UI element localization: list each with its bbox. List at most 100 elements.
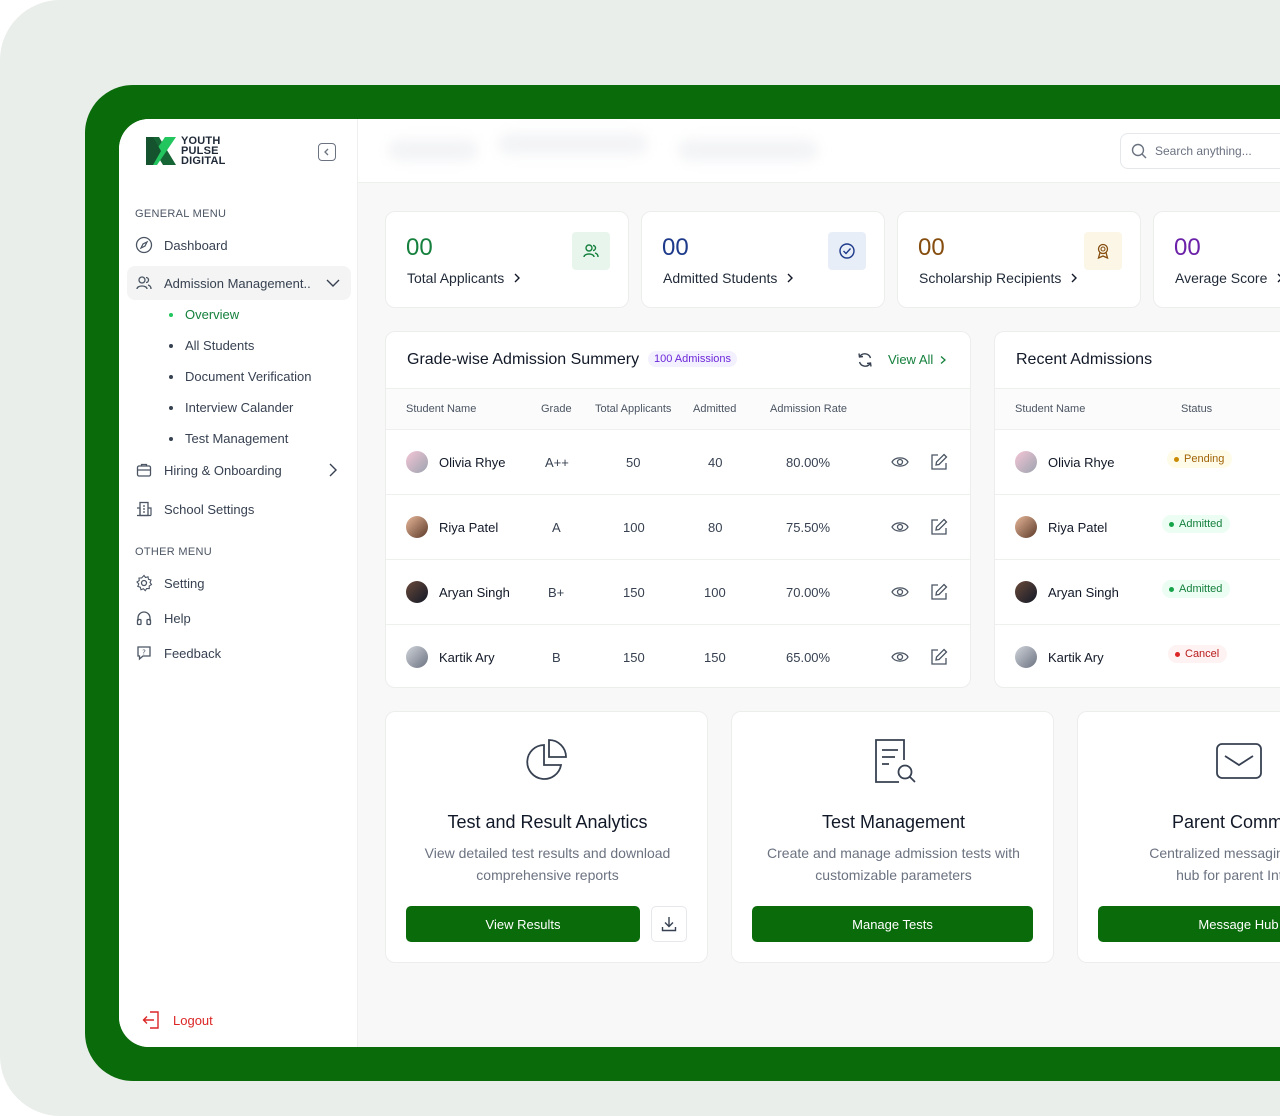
table-row[interactable]: Riya Patel A 100 80 75.50% xyxy=(386,495,970,560)
table-row[interactable]: Olivia Rhye Pending xyxy=(995,430,1280,495)
grade-summary-panel: Grade-wise Admission Summery 100 Admissi… xyxy=(385,331,971,688)
subnav-interview-calendar[interactable]: Interview Calander xyxy=(169,400,293,415)
chevron-left-icon xyxy=(324,148,329,156)
chevron-right-icon xyxy=(329,463,337,477)
refresh-icon[interactable] xyxy=(856,351,874,369)
sidebar-item-help[interactable]: Help xyxy=(127,601,351,635)
avatar xyxy=(1015,516,1037,538)
feature-title: Test and Result Analytics xyxy=(447,812,648,832)
manage-tests-button[interactable]: Manage Tests xyxy=(752,906,1033,942)
avatar xyxy=(406,646,428,668)
stat-label: Average Score xyxy=(1175,270,1280,286)
other-menu-label: OTHER MENU xyxy=(135,546,212,558)
table-row[interactable]: Kartik Ary Cancel xyxy=(995,625,1280,687)
table-row[interactable]: Aryan Singh B+ 150 100 70.00% xyxy=(386,560,970,625)
building-icon xyxy=(137,501,152,517)
search-input[interactable]: Search anything... xyxy=(1120,133,1280,169)
stat-label-text: Total Applicants xyxy=(407,270,505,286)
chevron-right-icon xyxy=(1071,273,1078,283)
grade-cell: B xyxy=(552,650,561,665)
eye-icon[interactable] xyxy=(890,647,910,667)
document-search-icon xyxy=(875,739,916,783)
grade-cell: A++ xyxy=(545,455,569,470)
view-all-link[interactable]: View All xyxy=(888,352,947,367)
message-hub-button[interactable]: Message Hub xyxy=(1098,906,1280,942)
table-row[interactable]: Kartik Ary B 150 150 65.00% xyxy=(386,625,970,687)
bullet-dot xyxy=(169,312,173,317)
sidebar-item-setting[interactable]: Setting xyxy=(127,566,351,600)
feature-card-parent-communication: Parent Communi Centralized messaging and… xyxy=(1077,711,1280,963)
feature-desc-line: Centralized messaging and c xyxy=(1149,845,1280,861)
logout-button[interactable]: Logout xyxy=(141,1009,213,1031)
brand-logo[interactable]: YOUTH PULSE DIGITAL xyxy=(145,135,226,167)
eye-icon[interactable] xyxy=(890,452,910,472)
feature-description: Centralized messaging and c hub for paren… xyxy=(1078,842,1280,886)
sidebar-item-label: Setting xyxy=(164,575,205,591)
panel-title: Grade-wise Admission Summery xyxy=(407,351,640,368)
subnav-document-verification[interactable]: Document Verification xyxy=(169,369,311,384)
status-text: Pending xyxy=(1184,453,1225,465)
student-name: Olivia Rhye xyxy=(439,455,506,470)
subnav-label: Interview Calander xyxy=(185,400,294,415)
student-name: Riya Patel xyxy=(1048,520,1108,535)
stat-card-admitted-students[interactable]: 00 Admitted Students xyxy=(641,211,885,308)
feature-desc-line: Create and manage admission tests with xyxy=(767,845,1020,861)
table-row[interactable]: Aryan Singh Admitted xyxy=(995,560,1280,625)
sidebar-item-school-settings[interactable]: School Settings xyxy=(127,492,351,526)
view-results-button[interactable]: View Results xyxy=(406,906,640,942)
admitted-cell: 80 xyxy=(708,520,723,535)
column-header: Admitted xyxy=(693,403,737,415)
total-cell: 150 xyxy=(623,650,645,665)
logout-label: Logout xyxy=(173,1012,213,1028)
top-header: Search anything... xyxy=(358,119,1280,183)
status-text: Admitted xyxy=(1179,583,1223,595)
sidebar-item-hiring[interactable]: Hiring & Onboarding xyxy=(127,453,351,487)
stat-value: 00 xyxy=(406,234,433,261)
dashboard-icon xyxy=(135,236,153,254)
status-badge: Admitted xyxy=(1162,580,1231,598)
stat-label-text: Average Score xyxy=(1175,270,1268,286)
sidebar-item-label: Admission Management.. xyxy=(164,275,311,291)
edit-icon[interactable] xyxy=(929,647,949,667)
table-row[interactable]: Riya Patel Admitted xyxy=(995,495,1280,560)
total-cell: 50 xyxy=(626,455,641,470)
student-name: Olivia Rhye xyxy=(1048,455,1115,470)
sidebar-item-dashboard[interactable]: Dashboard xyxy=(127,228,351,262)
download-button[interactable] xyxy=(651,906,687,942)
blurred-subtitle xyxy=(678,139,818,161)
edit-icon[interactable] xyxy=(929,582,949,602)
admitted-cell: 100 xyxy=(704,585,726,600)
eye-icon[interactable] xyxy=(890,517,910,537)
avatar xyxy=(1015,646,1037,668)
stat-card-average-score[interactable]: 00 Average Score xyxy=(1153,211,1280,308)
subnav-test-management[interactable]: Test Management xyxy=(169,431,288,446)
mail-icon xyxy=(1216,743,1262,779)
stat-card-total-applicants[interactable]: 00 Total Applicants xyxy=(385,211,629,308)
eye-icon[interactable] xyxy=(890,582,910,602)
panel-title: Recent Admissions xyxy=(1016,351,1153,368)
briefcase-icon xyxy=(136,463,152,477)
edit-icon[interactable] xyxy=(929,452,949,472)
sidebar-item-feedback[interactable]: ? Feedback xyxy=(127,636,351,670)
app-screen: YOUTH PULSE DIGITAL GENERAL MENU Dashboa… xyxy=(119,119,1280,1047)
brand-name: YOUTH PULSE DIGITAL xyxy=(181,136,226,167)
subnav-label: Test Management xyxy=(185,431,289,446)
sidebar-item-label: School Settings xyxy=(164,501,255,517)
stat-card-scholarship-recipients[interactable]: 00 Scholarship Recipients xyxy=(897,211,1141,308)
column-header: Status xyxy=(1181,403,1213,415)
column-header: Admission Rate xyxy=(770,403,848,415)
stat-label: Admitted Students xyxy=(663,270,795,286)
subnav-overview[interactable]: Overview xyxy=(169,307,239,322)
rate-cell: 75.50% xyxy=(786,520,831,535)
subnav-all-students[interactable]: All Students xyxy=(169,338,254,353)
subnav-label: All Students xyxy=(185,338,255,353)
feature-card-test-management: Test Management Create and manage admiss… xyxy=(731,711,1054,963)
status-dot xyxy=(1174,456,1179,462)
chevron-right-icon xyxy=(514,273,521,283)
collapse-sidebar-button[interactable] xyxy=(318,143,336,161)
sidebar-item-admission[interactable]: Admission Management.. xyxy=(127,266,351,300)
edit-icon[interactable] xyxy=(929,517,949,537)
stat-value: 00 xyxy=(662,234,689,261)
feature-desc-line: hub for parent Intera xyxy=(1176,867,1280,883)
table-row[interactable]: Olivia Rhye A++ 50 40 80.00% xyxy=(386,430,970,495)
